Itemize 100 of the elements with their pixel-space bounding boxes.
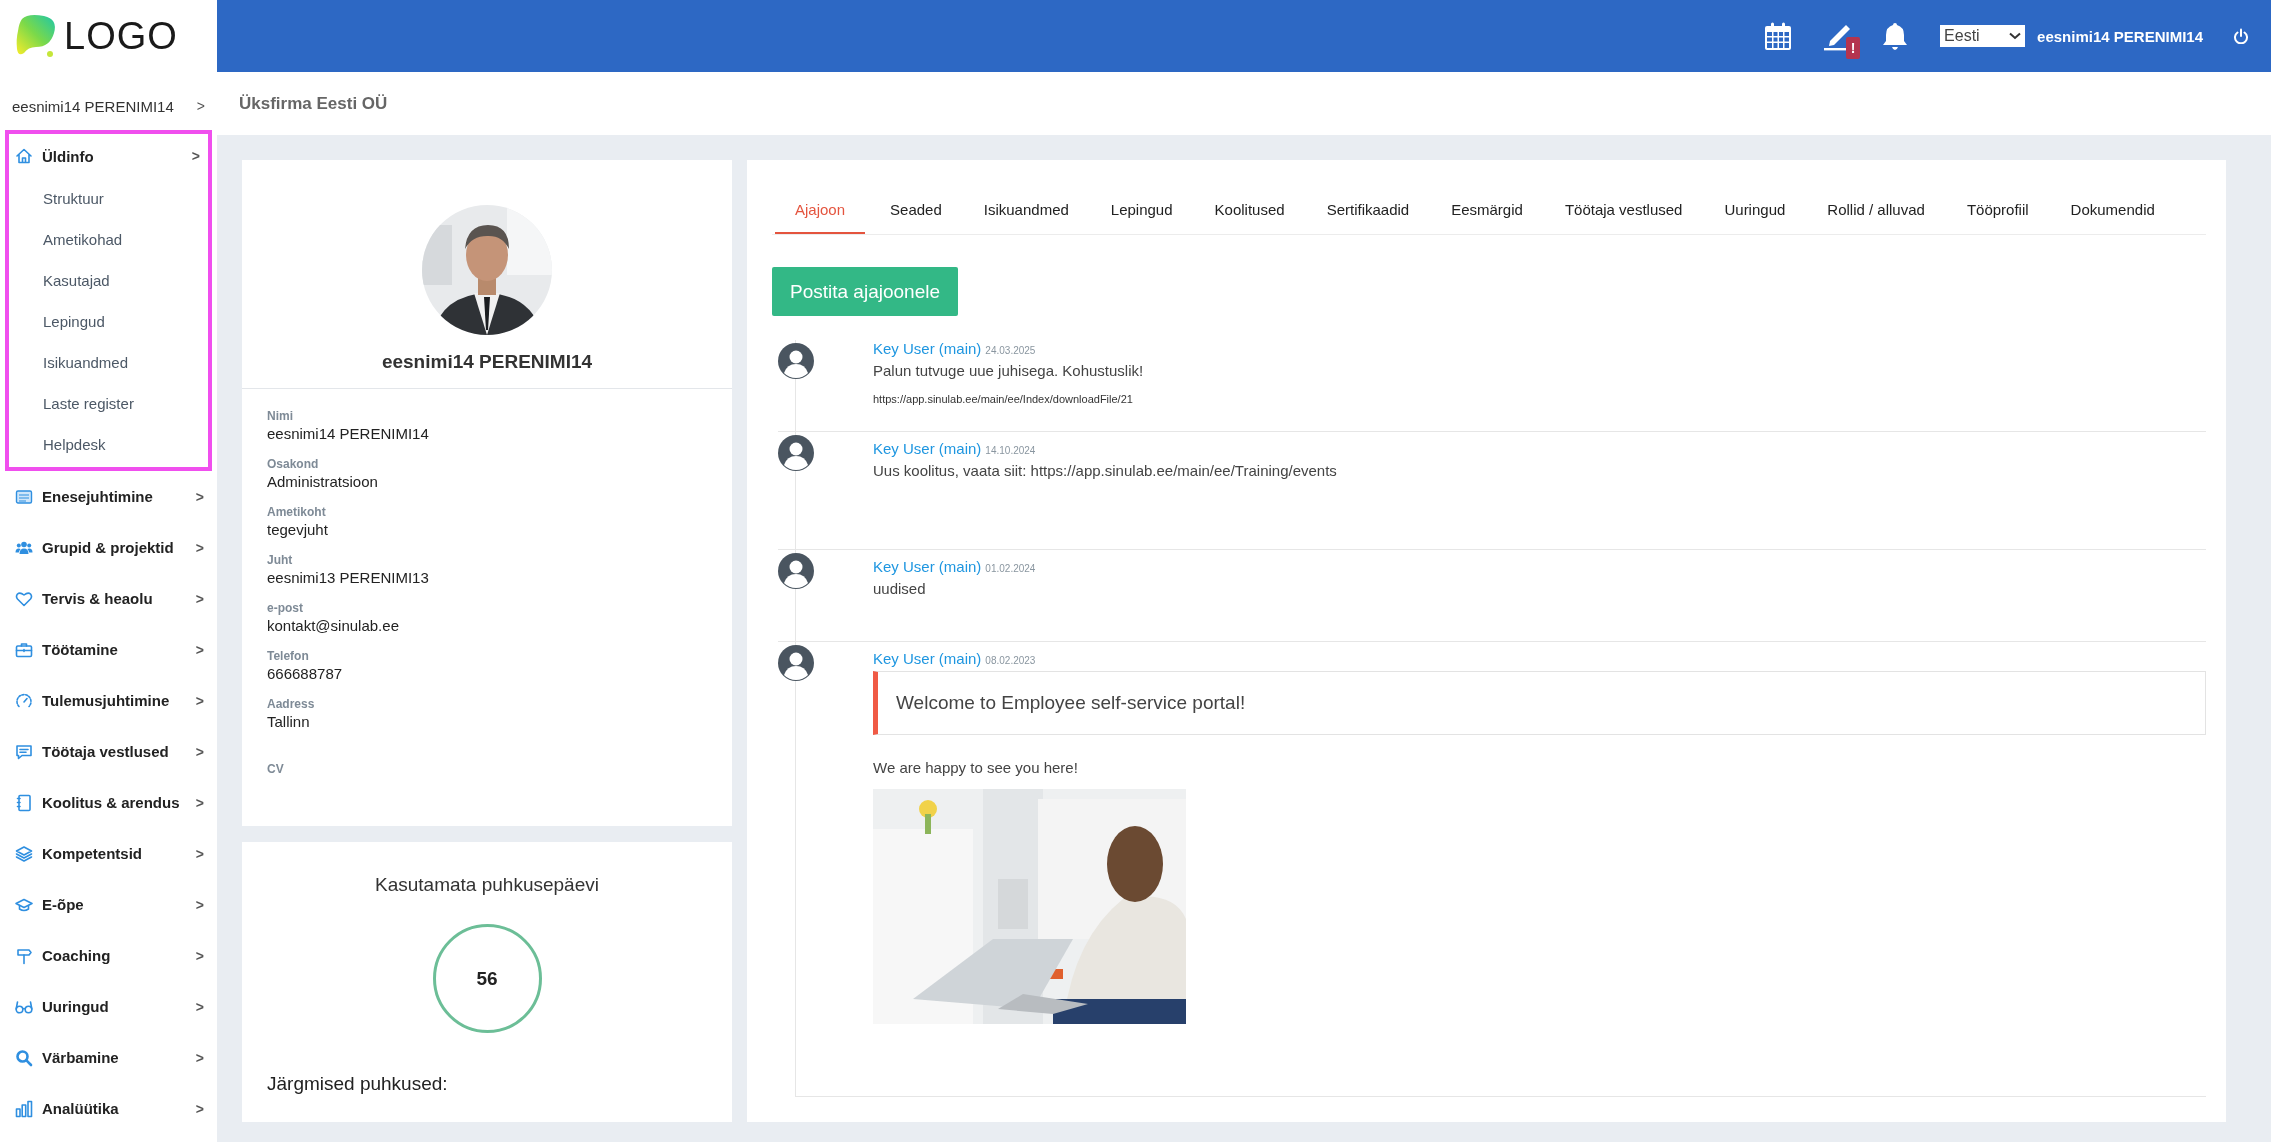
tab[interactable]: Tööprofiil (1966, 185, 2029, 234)
logo-text: LOGO (64, 14, 178, 58)
bar-chart-icon (15, 1099, 33, 1118)
tab[interactable]: Uuringud (1724, 185, 1786, 234)
caret-icon (2009, 32, 2022, 40)
chevron-icon: > (195, 692, 204, 709)
nav-item[interactable]: Üldinfo > (9, 134, 208, 178)
tab[interactable]: Rollid / alluvad (1827, 185, 1925, 234)
chevron-icon: > (195, 1100, 204, 1117)
notification-badge: ! (1846, 36, 1861, 59)
chevron-icon: > (196, 98, 205, 114)
chevron-icon: > (195, 845, 204, 862)
user-menu[interactable]: eesnimi14 PERENIMI14 > (0, 86, 217, 126)
avatar-icon (778, 343, 814, 379)
days-counter: 56 (432, 924, 542, 1033)
profile-name: eesnimi14 PERENIMI14 (381, 351, 593, 373)
field-value: eesnimi14 PERENIMI14 (267, 425, 430, 442)
post-date: 01.02.2024 (985, 563, 1036, 574)
chevron-icon: > (191, 148, 200, 164)
user-name[interactable]: eesnimi14 PERENIMI14 (2037, 27, 2203, 45)
submenu-item[interactable]: Struktuur (9, 178, 104, 219)
search-icon (15, 1048, 33, 1067)
nav-item[interactable]: Analüütika > (5, 1083, 212, 1134)
post-text: Palun tutvuge uue juhisega. Kohustuslik! (873, 362, 1145, 379)
chevron-icon: > (195, 896, 204, 913)
tab[interactable]: Dokumendid (2070, 185, 2155, 234)
nav-item[interactable]: Värbamine > (5, 1032, 212, 1083)
post-date: 08.02.2023 (985, 655, 1036, 666)
tab[interactable]: Ajajoon (775, 185, 866, 234)
chevron-icon: > (195, 539, 204, 556)
submenu-item[interactable]: Lepingud (9, 301, 105, 342)
field-label: Juht (267, 553, 294, 567)
chevron-icon: > (195, 947, 204, 964)
field-label: Ametikoht (267, 505, 327, 519)
post-date: 14.10.2024 (985, 445, 1036, 456)
field-label: Osakond (267, 457, 320, 471)
section-label: Järgmised puhkused: (267, 1073, 448, 1095)
page-title: Üksfirma Eesti OÜ (239, 93, 388, 114)
tab[interactable]: Eesmärgid (1451, 185, 1523, 234)
nav-item[interactable]: Enesejuhtimine > (5, 471, 212, 522)
post-text: uudised (873, 580, 927, 597)
field-value: 666688787 (267, 665, 344, 682)
tab[interactable]: Töötaja vestlused (1564, 185, 1683, 234)
nav-item[interactable]: E-õpe > (5, 879, 212, 930)
chat-icon (15, 742, 33, 761)
submenu-item[interactable]: Kasutajad (9, 260, 110, 301)
chevron-icon: > (195, 641, 204, 658)
notebook-icon (15, 793, 33, 812)
chevron-icon: > (195, 1049, 204, 1066)
submenu-item[interactable]: Isikuandmed (9, 342, 129, 383)
layers-icon (15, 844, 33, 863)
submenu-item[interactable]: Ametikohad (9, 219, 123, 260)
field-label: Aadress (267, 697, 316, 711)
callout: Welcome to Employee self-service portal! (873, 671, 2206, 735)
post-text: We are happy to see you here! (873, 759, 1079, 776)
avatar-icon (778, 553, 814, 589)
field-label: CV (267, 762, 285, 776)
submenu-item[interactable]: Laste register (9, 383, 134, 424)
calendar-icon[interactable] (1764, 22, 1793, 50)
heart-icon (15, 589, 33, 608)
list-icon (15, 487, 33, 506)
field-value: tegevjuht (267, 521, 329, 538)
signpost-icon (15, 946, 33, 965)
nav-item[interactable]: Töötaja vestlused > (5, 726, 212, 777)
chevron-icon: > (195, 998, 204, 1015)
home-icon (15, 147, 33, 165)
card-title: Kasutamata puhkusepäevi (375, 874, 599, 896)
post-text: Uus koolitus, vaata siit: https://app.sinulab.ee/main/ee/Training/events (873, 462, 1338, 479)
tab[interactable]: Sertifikaadid (1326, 185, 1410, 234)
nav-item[interactable]: Töötamine > (5, 624, 212, 675)
nav-item[interactable]: Uuringud > (5, 981, 212, 1032)
nav-item[interactable]: Tulemusjuhtimine > (5, 675, 212, 726)
chevron-icon: > (195, 488, 204, 505)
field-value: kontakt@sinulab.ee (267, 617, 400, 634)
language-select[interactable]: Eesti (1940, 25, 2026, 47)
field-label: e-post (267, 601, 304, 615)
avatar-icon (778, 645, 814, 681)
gauge-icon (15, 691, 33, 710)
power-icon[interactable] (2233, 28, 2249, 44)
bell-icon[interactable] (1882, 22, 1909, 50)
field-value: Administratsioon (267, 473, 379, 490)
nav-item[interactable]: Coaching > (5, 930, 212, 981)
chevron-icon: > (195, 794, 204, 811)
nav-item[interactable]: Grupid & projektid > (5, 522, 212, 573)
chevron-icon: > (195, 743, 204, 760)
post-date: 24.03.2025 (985, 345, 1036, 356)
nav-item[interactable]: Tervis & heaolu > (5, 573, 212, 624)
tab[interactable]: Isikuandmed (983, 185, 1069, 234)
tab[interactable]: Seaded (890, 185, 942, 234)
tab[interactable]: Koolitused (1214, 185, 1285, 234)
field-label: Telefon (267, 649, 310, 663)
chevron-icon: > (195, 590, 204, 607)
tab[interactable]: Lepingud (1110, 185, 1173, 234)
field-label: Nimi (267, 409, 294, 423)
briefcase-icon (15, 640, 33, 659)
nav-item[interactable]: Kompetentsid > (5, 828, 212, 879)
nav-item[interactable]: Koolitus & arendus > (5, 777, 212, 828)
field-value: eesnimi13 PERENIMI13 (267, 569, 430, 586)
submenu-item[interactable]: Helpdesk (9, 424, 106, 465)
field-value: Tallinn (267, 713, 311, 730)
